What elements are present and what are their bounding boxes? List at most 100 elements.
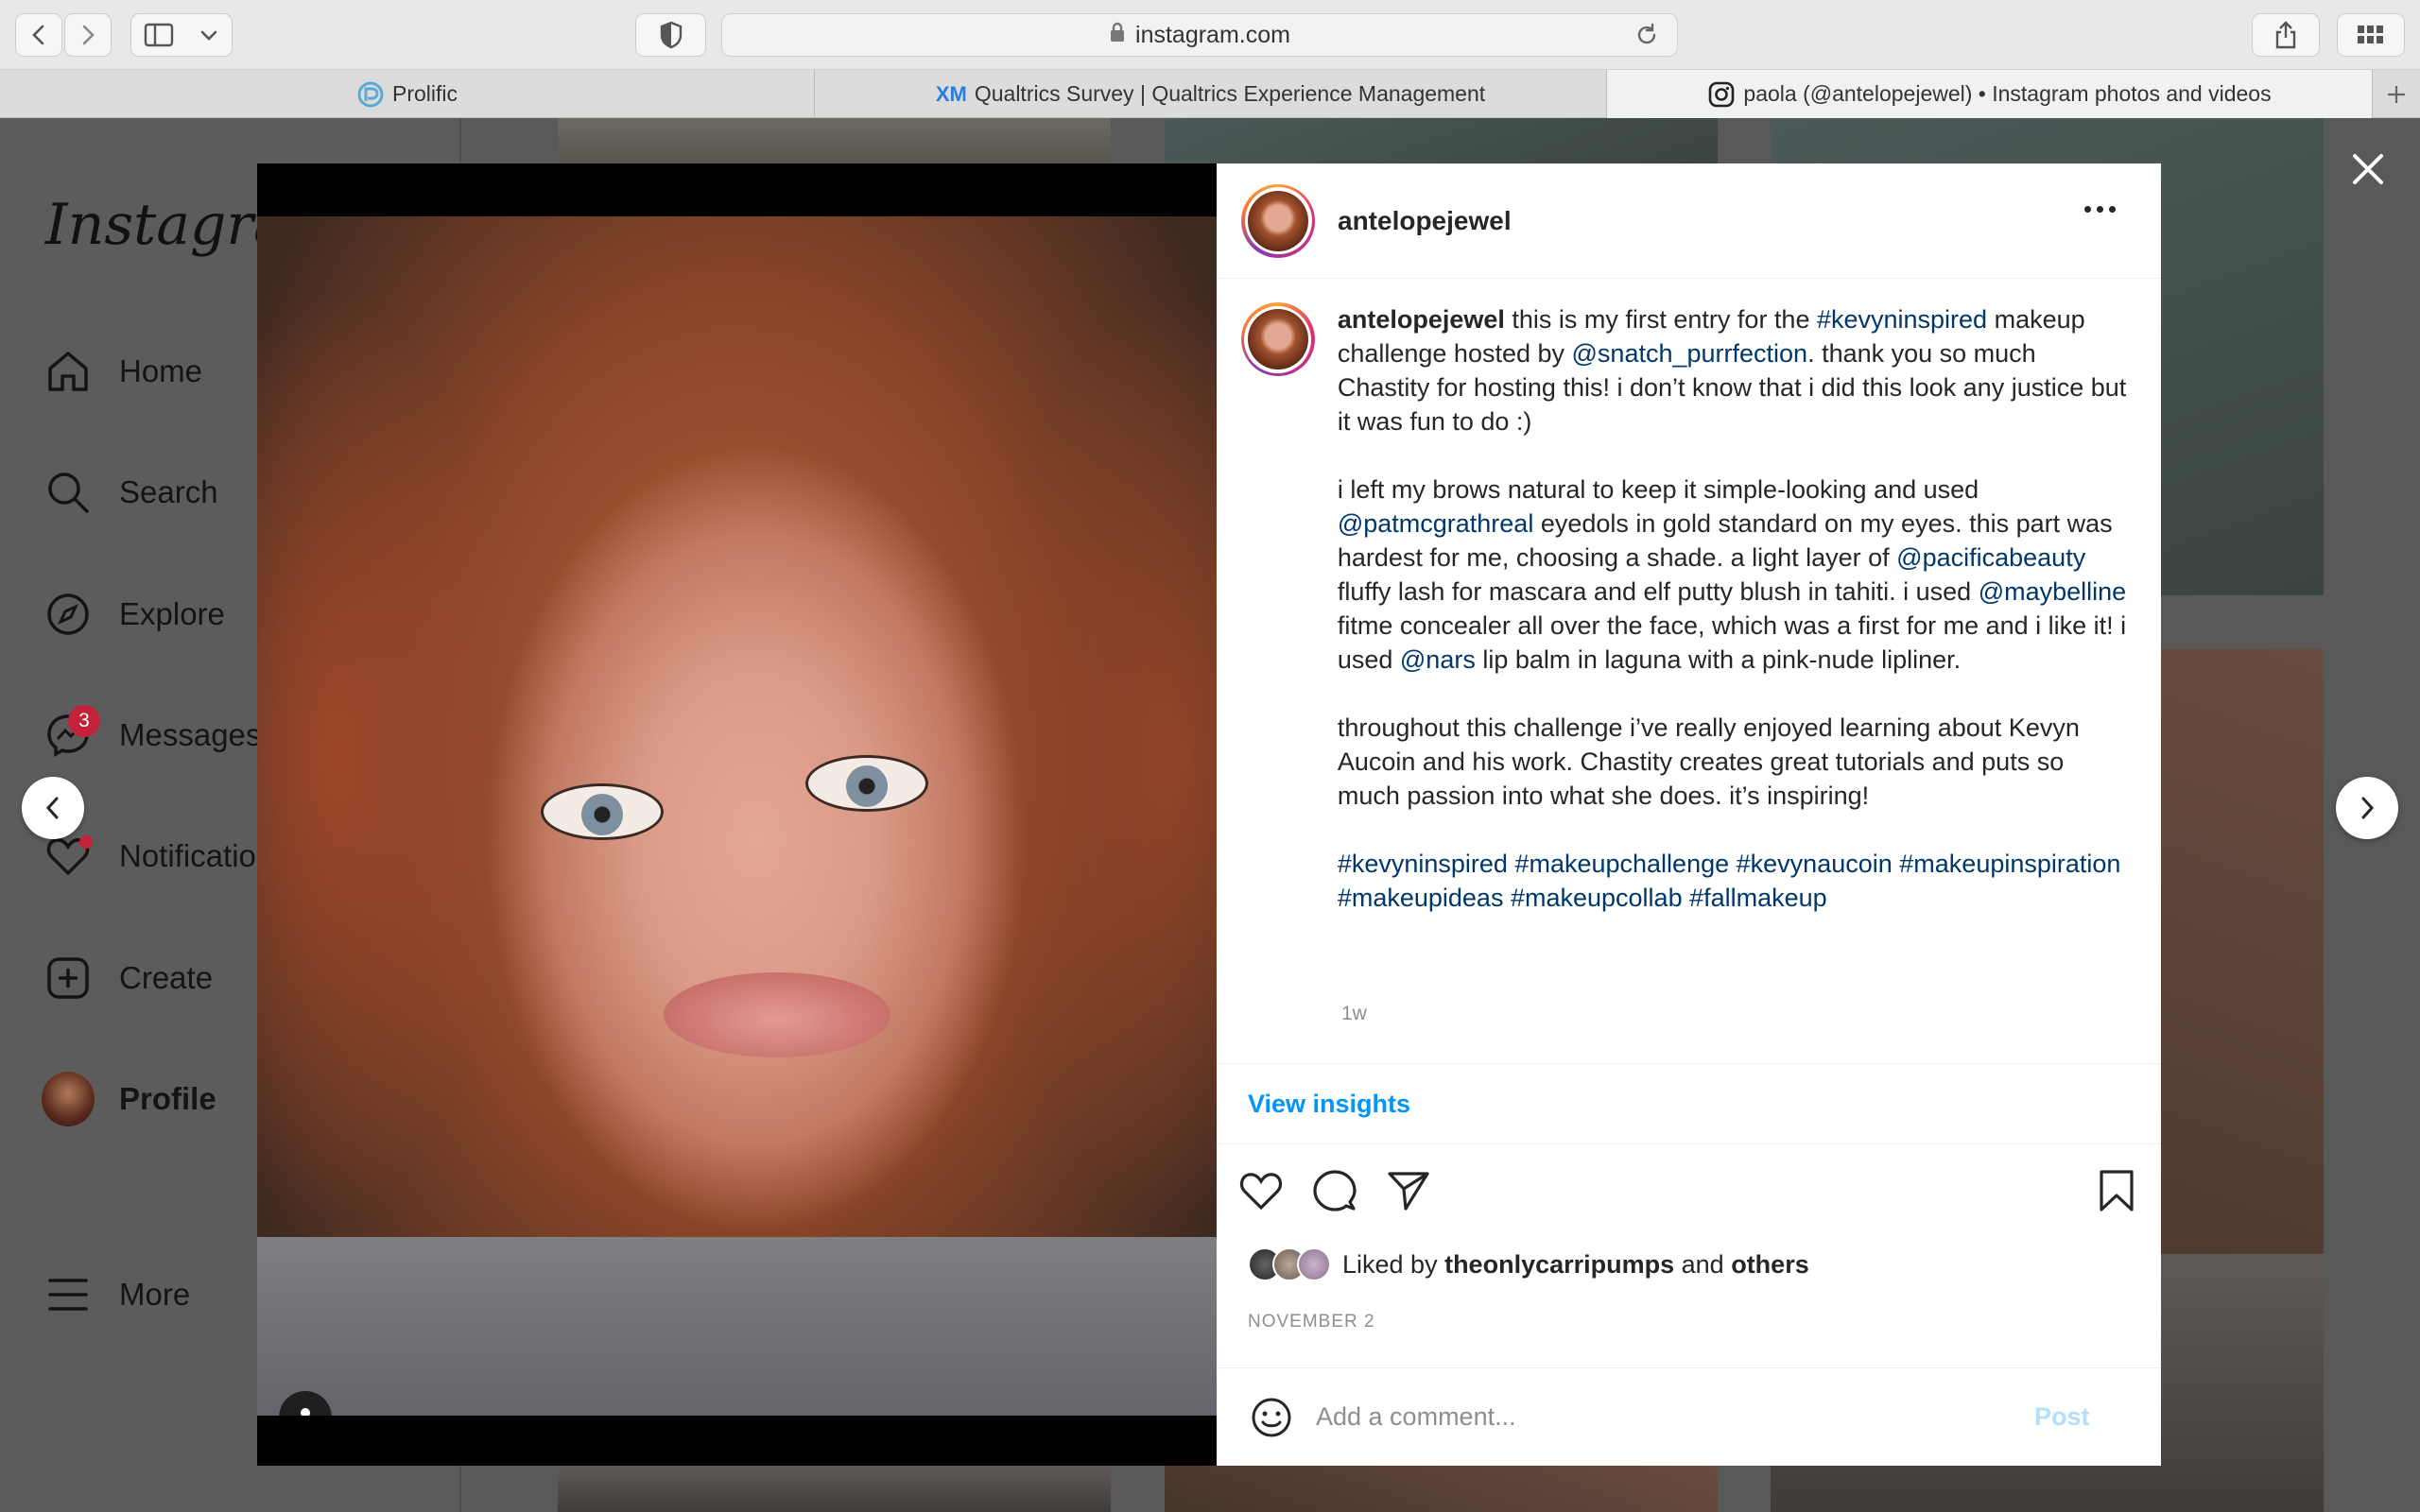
sidebar-item-notifications[interactable]: Notifications bbox=[42, 830, 289, 883]
story-ring-inner bbox=[1244, 305, 1312, 373]
grid-post-thumbnail[interactable] bbox=[1165, 118, 1718, 170]
photo-shirt bbox=[257, 1237, 1217, 1416]
sidebar-item-label: Profile bbox=[119, 1081, 216, 1116]
forward-button[interactable] bbox=[64, 13, 112, 57]
chevron-down-icon bbox=[200, 30, 217, 41]
avatar bbox=[1297, 1247, 1331, 1281]
post-date[interactable]: NOVEMBER 2 bbox=[1248, 1312, 1375, 1332]
caption-username[interactable]: antelopejewel bbox=[1338, 305, 1505, 334]
privacy-report-button[interactable] bbox=[635, 13, 706, 57]
caption-segment: lip balm in laguna with a pink-nude lipl… bbox=[1475, 645, 1962, 674]
photo-lips bbox=[664, 972, 890, 1057]
more-dot bbox=[2109, 206, 2116, 213]
user-icon bbox=[301, 1408, 310, 1416]
story-ring[interactable] bbox=[1241, 302, 1315, 376]
tab-instagram[interactable]: paola (@antelopejewel) • Instagram photo… bbox=[1607, 70, 2373, 118]
save-button[interactable] bbox=[2091, 1165, 2142, 1216]
tab-overview-button[interactable] bbox=[2337, 13, 2405, 57]
sidebar-item-label: Messages bbox=[119, 717, 262, 752]
liked-by: Liked by theonlycarripumps and others bbox=[1248, 1247, 1809, 1281]
like-button[interactable] bbox=[1236, 1165, 1287, 1216]
caption-segment: fluffy lash for mascara and elf putty bl… bbox=[1337, 577, 1979, 606]
post-caption: antelopejewel this is my first entry for… bbox=[1241, 302, 2130, 915]
comment-icon bbox=[1313, 1170, 1357, 1211]
post-photo[interactable] bbox=[257, 216, 1217, 1416]
sidebar-item-label: More bbox=[119, 1277, 191, 1312]
post-author-username[interactable]: antelopejewel bbox=[1338, 206, 1512, 236]
chevron-left-icon bbox=[45, 797, 59, 819]
post-comment-button[interactable]: Post bbox=[2034, 1402, 2090, 1432]
reload-icon[interactable] bbox=[1634, 22, 1660, 55]
close-modal-button[interactable] bbox=[2342, 144, 2394, 195]
close-icon bbox=[2353, 154, 2383, 184]
comment-input[interactable]: Add a comment... bbox=[1316, 1402, 2034, 1432]
mention-link[interactable]: @maybelline bbox=[1979, 577, 2126, 606]
mention-link[interactable]: @nars bbox=[1400, 645, 1476, 674]
post-media bbox=[257, 163, 1217, 1466]
sidebar-item-label: Home bbox=[119, 353, 203, 388]
sidebar-item-label: Search bbox=[119, 474, 218, 509]
plus-icon bbox=[2388, 85, 2405, 103]
bookmark-icon bbox=[2100, 1170, 2134, 1211]
mention-link[interactable]: @pacificabeauty bbox=[1896, 543, 2085, 572]
next-post-button[interactable] bbox=[2336, 777, 2398, 839]
sidebar-icon bbox=[144, 23, 174, 47]
grid-post-thumbnail[interactable] bbox=[1165, 1466, 1718, 1512]
view-insights-link[interactable]: View insights bbox=[1217, 1063, 2161, 1144]
caption-paragraph: antelopejewel this is my first entry for… bbox=[1338, 302, 2130, 438]
hashtag-link[interactable]: #kevyninspired bbox=[1817, 305, 1987, 334]
avatar bbox=[1248, 190, 1308, 251]
liked-by-user[interactable]: theonlycarripumps bbox=[1444, 1250, 1674, 1279]
lock-icon bbox=[1109, 21, 1126, 50]
previous-post-button[interactable] bbox=[22, 777, 84, 839]
hashtag-link[interactable]: #makeupchallenge bbox=[1514, 850, 1729, 878]
hashtag-link[interactable]: #kevyninspired bbox=[1338, 850, 1508, 878]
sidebar-item-create[interactable]: Create bbox=[42, 952, 213, 1005]
more-dot bbox=[2097, 206, 2103, 213]
sidebar-item-search[interactable]: Search bbox=[42, 466, 218, 519]
hashtag-link[interactable]: #makeupideas bbox=[1338, 884, 1504, 912]
share-button[interactable] bbox=[1383, 1165, 1434, 1216]
emoji-button[interactable] bbox=[1248, 1394, 1295, 1441]
mention-link[interactable]: @snatch_purrfection bbox=[1572, 339, 1808, 368]
share-icon bbox=[2275, 21, 2296, 49]
sidebar-item-messages[interactable]: 3 Messages bbox=[42, 705, 262, 762]
sidebar-item-profile[interactable]: Profile bbox=[42, 1072, 216, 1126]
plus-square-icon bbox=[42, 952, 95, 1005]
more-dot bbox=[2084, 206, 2091, 213]
caption-hashtags: #kevyninspired #makeupchallenge #kevynau… bbox=[1338, 847, 2130, 915]
back-button[interactable] bbox=[15, 13, 62, 57]
hashtag-link[interactable]: #makeupcollab bbox=[1511, 884, 1683, 912]
address-bar[interactable]: instagram.com bbox=[721, 13, 1678, 57]
sidebar-item-more[interactable]: More bbox=[42, 1268, 190, 1321]
tab-label: Qualtrics Survey | Qualtrics Experience … bbox=[974, 81, 1486, 106]
hashtag-link[interactable]: #fallmakeup bbox=[1689, 884, 1827, 912]
avatar bbox=[1247, 309, 1308, 369]
sidebar-item-explore[interactable]: Explore bbox=[42, 588, 225, 641]
caption-segment: this is my first entry for the bbox=[1504, 305, 1817, 334]
story-ring[interactable] bbox=[1241, 183, 1315, 258]
grid-post-thumbnail[interactable] bbox=[558, 1466, 1111, 1512]
sidebar-toggle-button[interactable] bbox=[130, 13, 233, 57]
liked-by-others[interactable]: others bbox=[1731, 1250, 1809, 1279]
instagram-icon bbox=[1707, 80, 1736, 109]
more-options-button[interactable] bbox=[2084, 206, 2116, 213]
new-tab-button[interactable] bbox=[2373, 70, 2420, 118]
hashtag-link[interactable]: #kevynaucoin bbox=[1737, 850, 1893, 878]
grid-post-thumbnail[interactable] bbox=[558, 118, 1111, 170]
comment-button[interactable] bbox=[1309, 1165, 1360, 1216]
messenger-icon: 3 bbox=[42, 705, 100, 762]
qualtrics-xm-icon: XM bbox=[935, 81, 967, 106]
share-button[interactable] bbox=[2252, 13, 2320, 57]
tab-prolific[interactable]: Prolific bbox=[0, 70, 815, 118]
mention-link[interactable]: @patmcgrathreal bbox=[1338, 509, 1534, 538]
hashtag-link[interactable]: #makeupinspiration bbox=[1899, 850, 2120, 878]
sidebar-item-home[interactable]: Home bbox=[42, 345, 202, 398]
caption-timestamp[interactable]: 1w bbox=[1341, 1003, 1367, 1025]
chevron-right-icon bbox=[2361, 797, 2375, 819]
browser-toolbar: instagram.com bbox=[0, 0, 2420, 70]
tab-qualtrics[interactable]: XM Qualtrics Survey | Qualtrics Experien… bbox=[815, 70, 1607, 118]
liked-by-prefix: Liked by bbox=[1342, 1249, 1445, 1279]
post-actions bbox=[1217, 1146, 2161, 1233]
sidebar-item-label: Create bbox=[119, 960, 214, 995]
